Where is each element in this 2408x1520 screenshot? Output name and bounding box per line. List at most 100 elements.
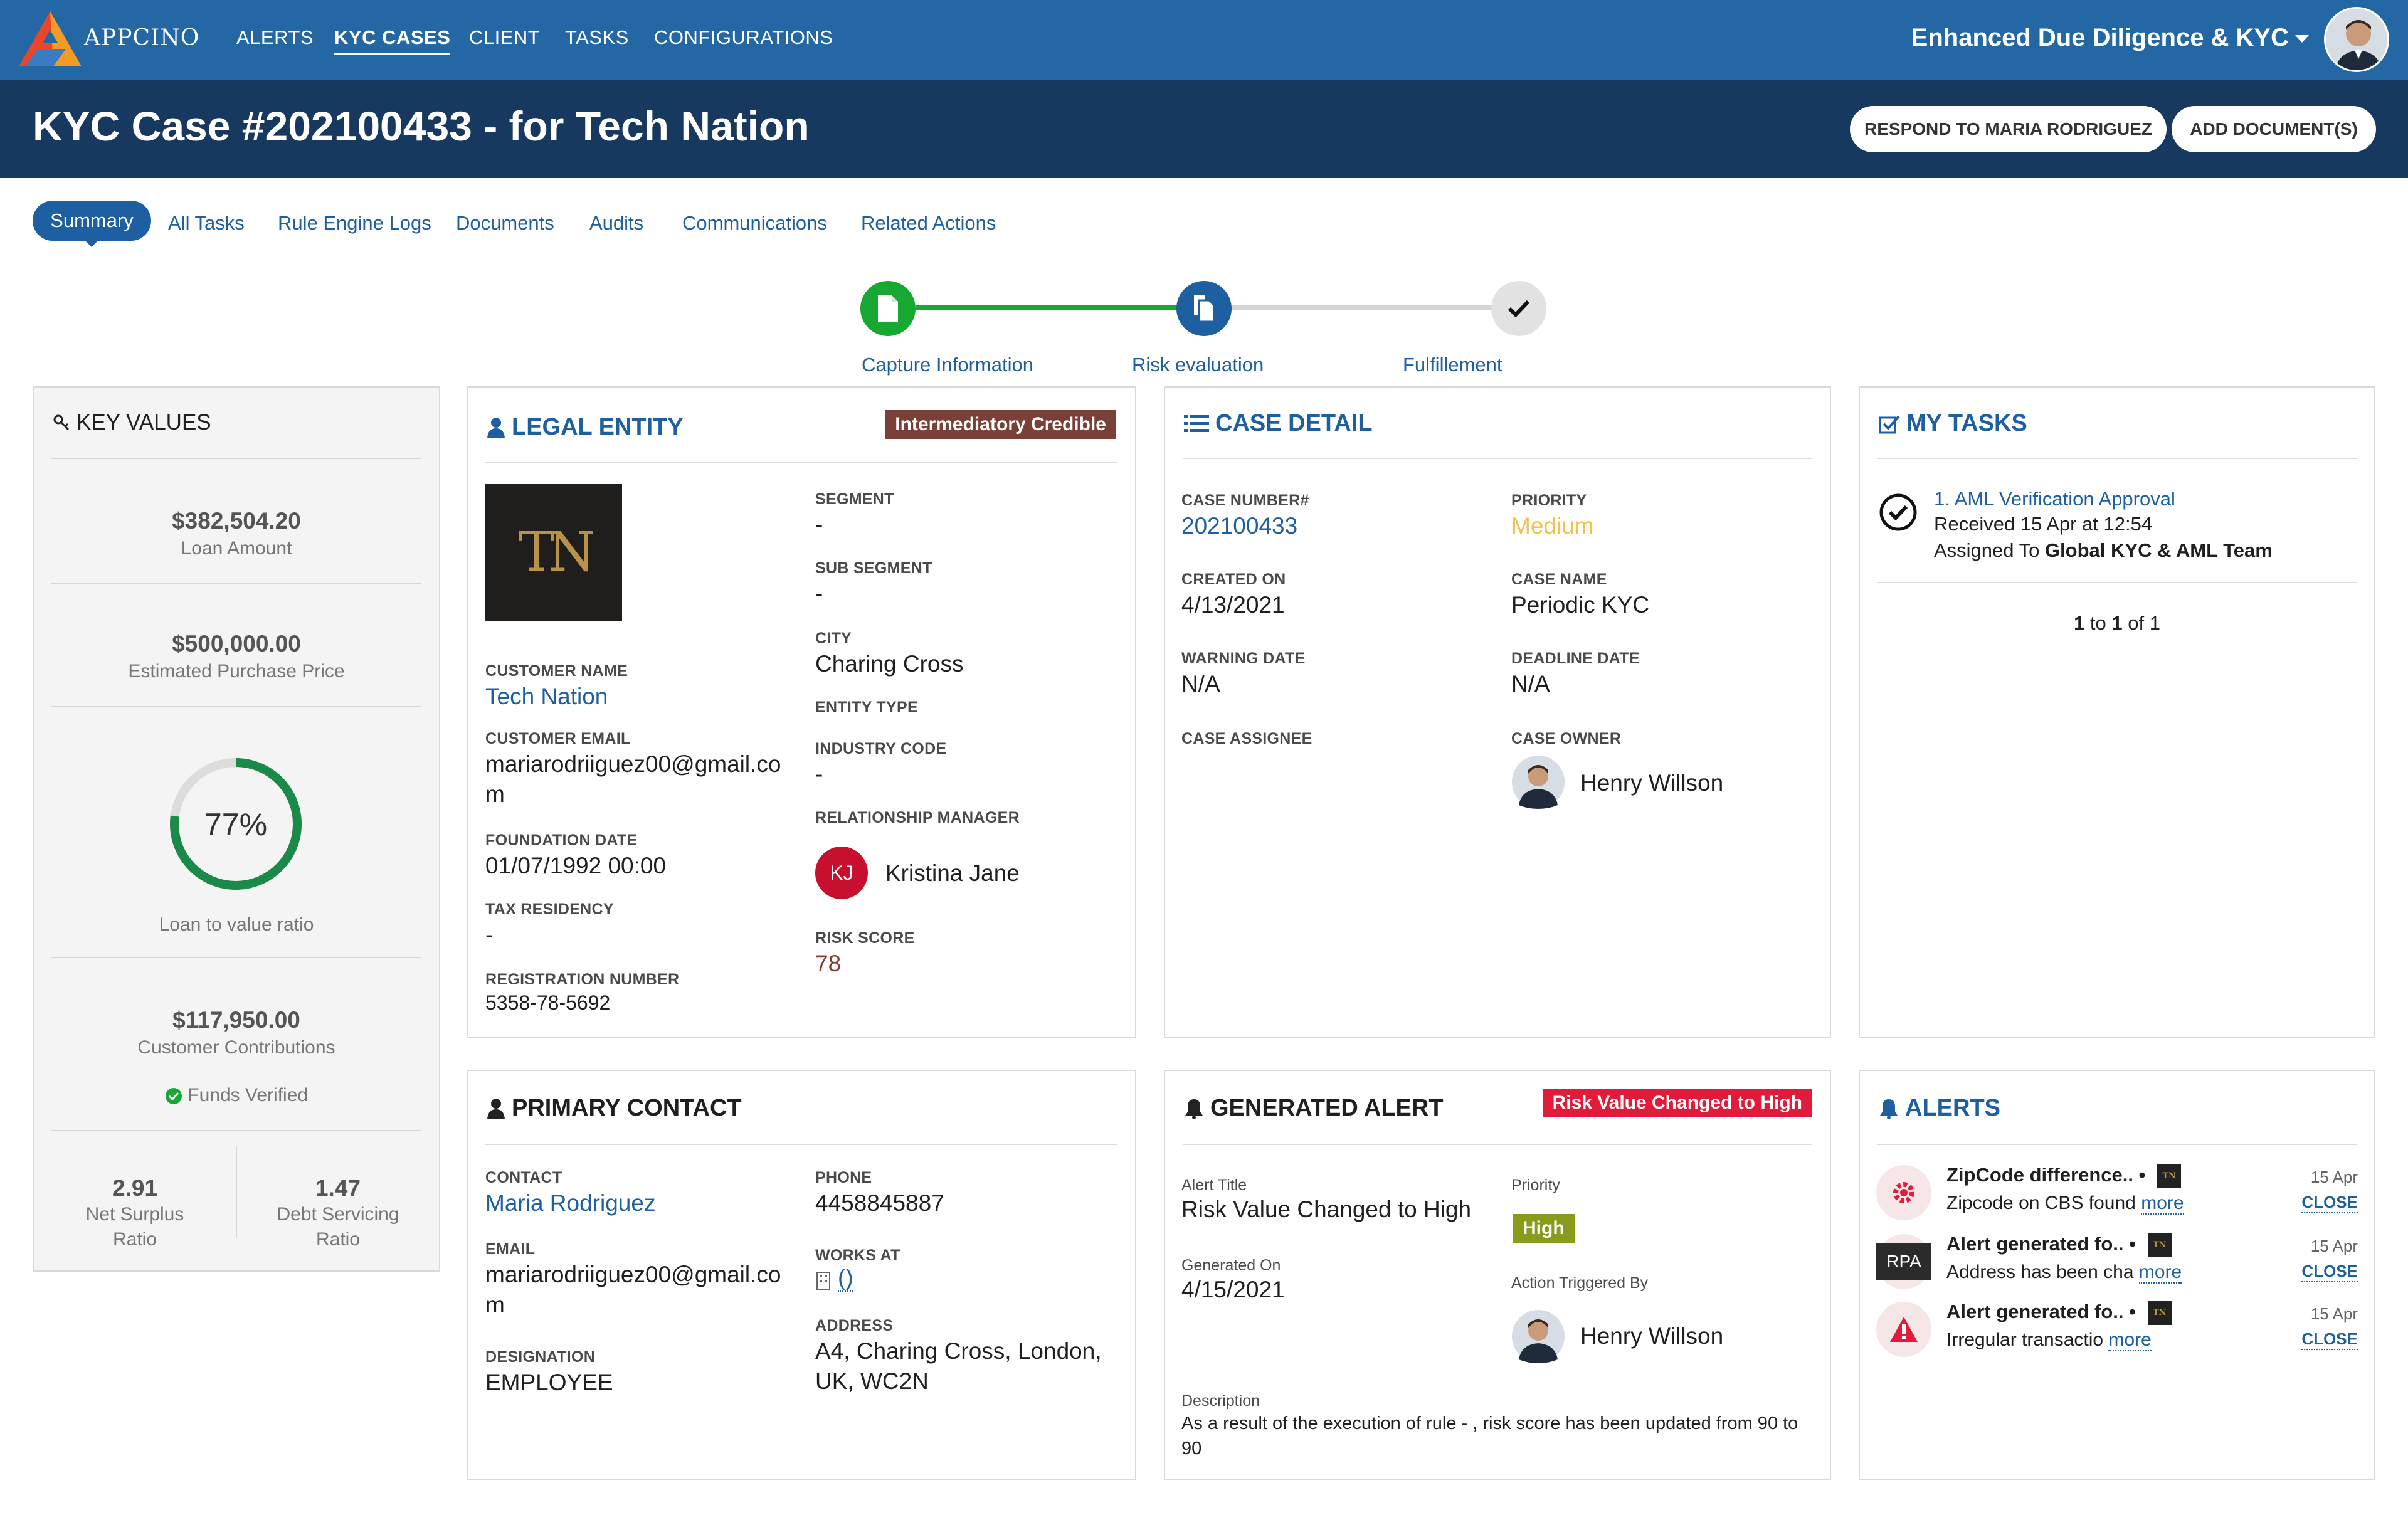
task-assigned-prefix: Assigned To xyxy=(1934,539,2045,561)
case-number-link[interactable]: 202100433 xyxy=(1181,510,1297,542)
nav-client[interactable]: CLIENT xyxy=(469,26,540,49)
works-at-link[interactable]: () xyxy=(838,1265,853,1292)
legal-entity-card: LEGAL ENTITY Intermediatory Credible TN … xyxy=(467,386,1136,1038)
tab-summary[interactable]: Summary xyxy=(33,201,151,241)
sub-segment-label: SUB SEGMENT xyxy=(815,559,932,577)
tab-documents[interactable]: Documents xyxy=(456,212,554,235)
divider xyxy=(1183,458,1812,459)
alert-item-title: Alert generated fo.. • TN xyxy=(1946,1233,2172,1257)
net-surplus-label: Net Surplus xyxy=(85,1204,184,1225)
customer-name-link[interactable]: Tech Nation xyxy=(485,681,608,712)
alert-more-link[interactable]: more xyxy=(2138,1262,2182,1284)
tab-related-actions[interactable]: Related Actions xyxy=(861,212,996,235)
chevron-down-icon[interactable] xyxy=(2295,35,2309,43)
case-assignee-label: CASE ASSIGNEE xyxy=(1181,730,1312,747)
entity-logo-icon: TN xyxy=(2157,1164,2182,1188)
alert-list-item[interactable]: Alert generated fo.. • TN Irregular tran… xyxy=(1876,1301,2358,1366)
email-value-wrap: m xyxy=(485,1292,505,1317)
divider xyxy=(51,706,421,707)
email-value: mariarodriiguez00@gmail.co xyxy=(485,1262,781,1287)
nav-tasks[interactable]: TASKS xyxy=(565,26,629,49)
alert-close-button[interactable]: CLOSE xyxy=(2301,1329,2358,1350)
tab-rule-engine-logs[interactable]: Rule Engine Logs xyxy=(278,212,431,235)
city-value: Charing Cross xyxy=(815,651,964,677)
customer-name-label: CUSTOMER NAME xyxy=(485,662,628,680)
created-on-label: CREATED ON xyxy=(1181,571,1286,588)
nav-alerts[interactable]: ALERTS xyxy=(236,26,314,49)
tab-audits[interactable]: Audits xyxy=(589,212,643,235)
respond-button[interactable]: RESPOND TO MARIA RODRIGUEZ xyxy=(1850,106,2167,152)
case-detail-header: CASE DETAIL xyxy=(1184,410,1373,437)
customer-email-value: mariarodriiguez00@gmail.co xyxy=(485,751,781,777)
person-icon xyxy=(2326,9,2387,70)
customer-email-label: CUSTOMER EMAIL xyxy=(485,730,631,747)
documents-icon xyxy=(1194,295,1215,323)
net-surplus-label: Ratio xyxy=(112,1229,157,1250)
nav-configurations[interactable]: CONFIGURATIONS xyxy=(654,26,833,49)
case-owner-name: Henry Willson xyxy=(1580,770,1724,796)
primary-contact-title: PRIMARY CONTACT xyxy=(512,1095,742,1121)
appcino-logo-icon[interactable] xyxy=(19,11,88,68)
app-switcher[interactable]: Enhanced Due Diligence & KYC xyxy=(1911,24,2289,52)
alert-item-text: Address has been cha more xyxy=(1946,1262,2182,1284)
net-surplus-ratio-value: 2.91 xyxy=(112,1175,157,1201)
divider xyxy=(51,1130,421,1131)
alert-close-button[interactable]: CLOSE xyxy=(2301,1193,2358,1213)
gear-icon xyxy=(1876,1165,1931,1220)
task-pagination: 1 to 1 of 1 xyxy=(1860,612,2374,635)
task-link[interactable]: 1. AML Verification Approval xyxy=(1934,488,2175,510)
key-icon xyxy=(53,414,70,431)
task-complete-icon[interactable] xyxy=(1879,493,1918,532)
tab-communications[interactable]: Communications xyxy=(682,212,827,235)
user-icon xyxy=(487,417,505,438)
progress-line-pending xyxy=(1229,305,1492,310)
alert-more-link[interactable]: more xyxy=(2141,1193,2184,1215)
step-capture-information[interactable] xyxy=(860,281,916,336)
legal-entity-header: LEGAL ENTITY xyxy=(487,414,684,441)
alert-list-item[interactable]: RPA Alert generated fo.. • TN Address ha… xyxy=(1876,1233,2358,1298)
debt-servicing-ratio-value: 1.47 xyxy=(315,1175,361,1201)
divider xyxy=(485,1144,1117,1145)
contributions-label: Customer Contributions xyxy=(137,1037,335,1058)
address-line-2: UK, WC2N xyxy=(815,1368,929,1394)
alert-list-item[interactable]: ZipCode difference.. • TN Zipcode on CBS… xyxy=(1876,1164,2358,1229)
customer-email-value-wrap: m xyxy=(485,781,505,807)
generated-on-value: 4/15/2021 xyxy=(1181,1277,1285,1302)
ltv-ratio-value: 77% xyxy=(204,807,268,842)
purchase-price-value: $500,000.00 xyxy=(172,631,301,657)
warning-date-label: WARNING DATE xyxy=(1181,650,1306,667)
email-label: EMAIL xyxy=(485,1240,536,1258)
warning-icon xyxy=(1876,1302,1931,1357)
registration-number-value: 5358-78-5692 xyxy=(485,991,611,1014)
alert-date: 15 Apr xyxy=(2310,1304,2358,1323)
nav-kyc-cases[interactable]: KYC CASES xyxy=(334,26,451,55)
created-on-value: 4/13/2021 xyxy=(1181,592,1285,618)
deadline-date-label: DEADLINE DATE xyxy=(1511,650,1640,667)
debt-servicing-label: Debt Servicing xyxy=(277,1204,399,1225)
pager-of: of 1 xyxy=(2122,612,2160,634)
tax-residency-value: - xyxy=(485,922,494,947)
alert-item-summary: Irregular transactio xyxy=(1946,1329,2104,1350)
tax-residency-label: TAX RESIDENCY xyxy=(485,900,614,918)
alert-close-button[interactable]: CLOSE xyxy=(2301,1262,2358,1282)
rpa-icon: RPA xyxy=(1876,1234,1931,1289)
contact-name-link[interactable]: Maria Rodriguez xyxy=(485,1188,655,1219)
legal-entity-title: LEGAL ENTITY xyxy=(512,414,684,440)
alert-item-text: Irregular transactio more xyxy=(1946,1329,2152,1351)
alert-priority-badge: High xyxy=(1513,1214,1575,1243)
primary-contact-header: PRIMARY CONTACT xyxy=(487,1095,742,1122)
step-risk-evaluation[interactable] xyxy=(1176,281,1232,336)
divider xyxy=(51,583,421,584)
step-fulfillement[interactable] xyxy=(1491,281,1546,336)
building-icon xyxy=(816,1272,830,1290)
tab-all-tasks[interactable]: All Tasks xyxy=(168,212,245,235)
alert-more-link[interactable]: more xyxy=(2108,1329,2152,1351)
user-avatar[interactable] xyxy=(2324,7,2389,72)
triggered-by-avatar xyxy=(1512,1310,1565,1363)
case-detail-title: CASE DETAIL xyxy=(1215,410,1373,436)
case-name-value: Periodic KYC xyxy=(1511,592,1650,618)
case-header-bar: KYC Case #202100433 - for Tech Nation RE… xyxy=(0,80,2408,178)
purchase-price-label: Estimated Purchase Price xyxy=(128,661,345,682)
add-documents-button[interactable]: ADD DOCUMENT(S) xyxy=(2172,106,2376,152)
alert-title-label: Alert Title xyxy=(1181,1176,1247,1194)
